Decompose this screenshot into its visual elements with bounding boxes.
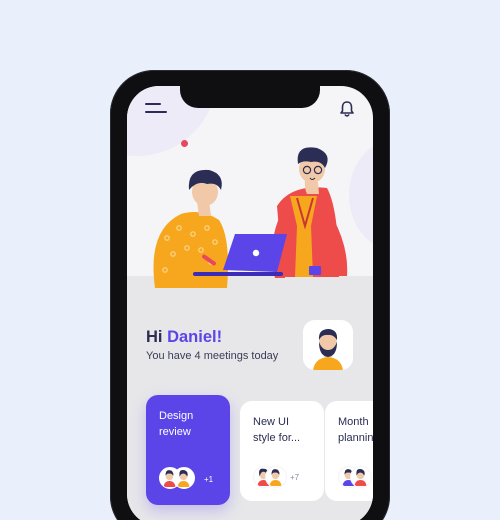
- hamburger-menu-icon: [145, 103, 161, 105]
- meeting-card-title: Design review: [159, 410, 194, 438]
- meeting-card-month-planning[interactable]: Month planning: [325, 401, 373, 501]
- app-screen: Hi Daniel! You have 4 meetings today Des…: [127, 86, 373, 520]
- participant-avatars: [253, 466, 293, 490]
- meeting-card-title: New UI style for...: [253, 416, 301, 444]
- greeting-hi: Hi: [146, 328, 163, 346]
- meeting-card-new-ui-style[interactable]: New UI style for... +7: [240, 401, 324, 501]
- participant-avatar: [350, 466, 372, 488]
- greeting-title: Hi Daniel!: [146, 328, 222, 347]
- participant-avatar: [173, 467, 195, 489]
- meeting-illustration: [153, 147, 348, 288]
- participant-avatars: [338, 466, 373, 490]
- meetings-summary: You have 4 meetings today: [146, 350, 279, 362]
- extra-participants-count: +7: [290, 473, 300, 482]
- avatar[interactable]: [303, 320, 353, 370]
- meeting-card-design-review[interactable]: Design review +1: [146, 395, 230, 505]
- menu-button[interactable]: [145, 103, 167, 117]
- meeting-card-title: Month planning: [338, 416, 373, 444]
- participant-avatar: [265, 466, 287, 488]
- user-name: Daniel!: [167, 328, 223, 346]
- profile-avatar-image: [313, 329, 343, 370]
- participant-avatars: [159, 467, 199, 491]
- bell-icon[interactable]: [339, 100, 355, 118]
- hamburger-menu-icon-line: [145, 111, 167, 113]
- extra-participants-count: +1: [204, 475, 214, 484]
- phone-notch: [180, 82, 320, 108]
